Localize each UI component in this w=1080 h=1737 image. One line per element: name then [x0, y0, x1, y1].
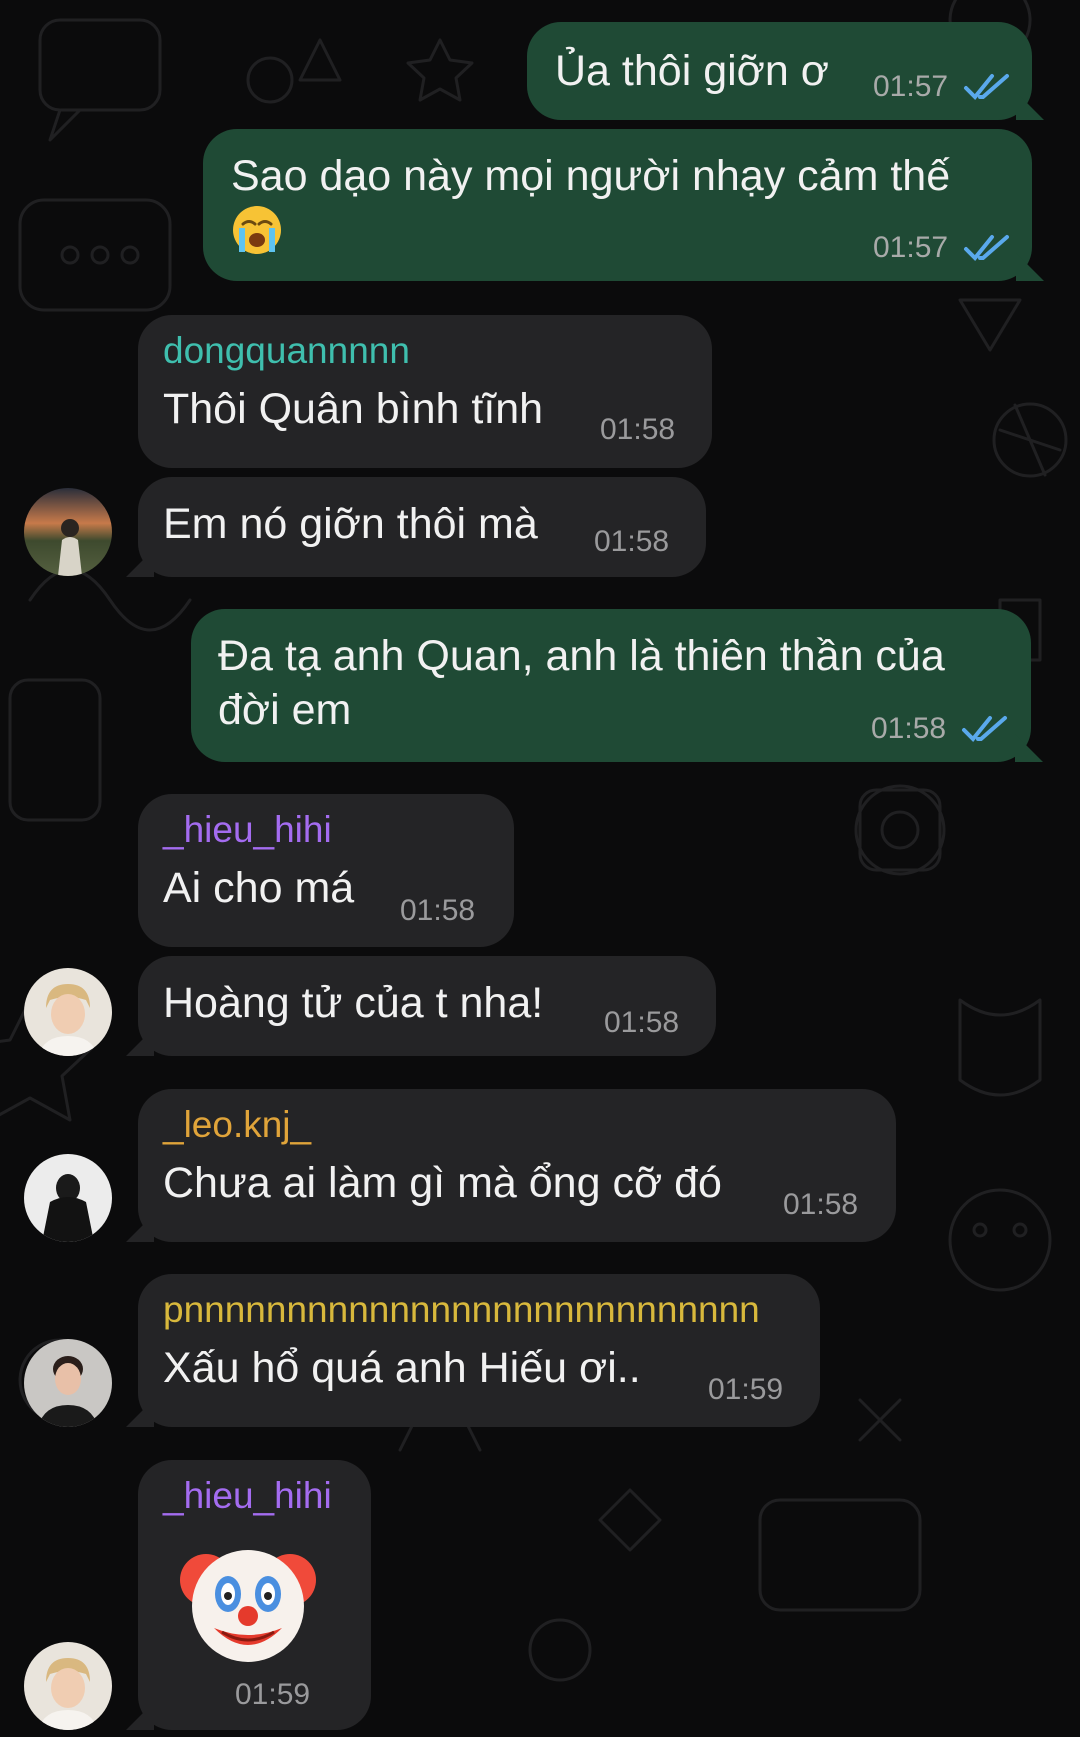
message-time: 01:58	[594, 525, 670, 558]
message-text: Xấu hổ quá anh Hiếu ơi..	[163, 1344, 641, 1392]
incoming-message[interactable]: Em nó giỡn thôi mà 01:58	[126, 477, 706, 577]
message-text: Hoàng tử của t nha!	[163, 979, 544, 1027]
message-text-line-2: đời em	[218, 686, 352, 734]
person-silhouette-icon	[58, 519, 82, 576]
message-time: 01:58	[783, 1188, 859, 1221]
message-time: 01:58	[400, 894, 476, 927]
outgoing-message[interactable]: Sao dạo này mọi người nhạy cảm thế 01:57	[203, 129, 1044, 281]
person-portrait-icon	[38, 1356, 98, 1427]
loudly-crying-face-icon	[233, 206, 281, 254]
sender-name[interactable]: _hieu_hihi	[163, 808, 332, 852]
message-text: Chưa ai làm gì mà ổng cỡ đó	[163, 1159, 722, 1207]
sender-name[interactable]: pnnnnnnnnnnnnnnnnnnnnnnnnnnnn	[163, 1288, 760, 1332]
bubble-tail	[126, 1702, 154, 1730]
message-text-line-1: Đa tạ anh Quan, anh là thiên thần của	[218, 632, 945, 680]
message-text: Ủa thôi giỡn ơ	[555, 47, 829, 95]
message-time: 01:59	[235, 1678, 311, 1711]
incoming-message[interactable]: _leo.knj_ Chưa ai làm gì mà ổng cỡ đó 01…	[126, 1089, 896, 1242]
incoming-message[interactable]: dongquannnnn Thôi Quân bình tĩnh 01:58	[138, 315, 712, 468]
outgoing-message[interactable]: Ủa thôi giỡn ơ 01:57	[527, 22, 1044, 120]
message-text: Sao dạo này mọi người nhạy cảm thế	[231, 152, 951, 200]
outgoing-message[interactable]: Đa tạ anh Quan, anh là thiên thần của đờ…	[191, 609, 1043, 762]
bubble-tail	[1016, 92, 1044, 120]
incoming-message[interactable]: pnnnnnnnnnnnnnnnnnnnnnnnnnnnn Xấu hổ quá…	[126, 1274, 820, 1427]
user-avatar-dongquan[interactable]	[24, 488, 112, 576]
message-text: Ai cho má	[163, 864, 355, 912]
message-text: Thôi Quân bình tĩnh	[163, 385, 544, 433]
read-double-check-icon	[964, 235, 1009, 261]
bubble-tail	[126, 1028, 154, 1056]
message-time: 01:59	[708, 1373, 784, 1406]
read-double-check-icon	[964, 74, 1009, 100]
bubble-tail	[1015, 734, 1043, 762]
sender-name[interactable]: dongquannnnn	[163, 329, 410, 373]
message-time: 01:58	[604, 1006, 680, 1039]
incoming-message[interactable]: Hoàng tử của t nha! 01:58	[126, 956, 716, 1056]
incoming-message[interactable]: _hieu_hihi Ai cho má 01:58	[138, 794, 514, 947]
person-face-icon	[38, 984, 98, 1056]
user-avatar-pn[interactable]	[24, 1339, 112, 1427]
user-avatar-hieu[interactable]	[24, 968, 112, 1056]
person-dark-outfit-icon	[42, 1174, 94, 1242]
bubble-tail	[126, 1399, 154, 1427]
message-time: 01:58	[600, 413, 676, 446]
message-text: Em nó giỡn thôi mà	[163, 500, 538, 548]
message-time: 01:58	[871, 712, 947, 745]
sender-name[interactable]: _leo.knj_	[163, 1103, 311, 1147]
clown-face-icon	[180, 1550, 316, 1662]
message-time: 01:57	[873, 70, 949, 103]
message-time: 01:57	[873, 231, 949, 264]
sender-name[interactable]: _hieu_hihi	[163, 1474, 332, 1518]
bubble-tail	[126, 549, 154, 577]
person-face-icon	[38, 1658, 98, 1730]
message-list[interactable]: Ủa thôi giỡn ơ 01:57 Sao dạo này mọi ngư…	[0, 0, 1080, 1737]
bubble-tail	[126, 1214, 154, 1242]
bubble-tail	[1016, 253, 1044, 281]
user-avatar-leo[interactable]	[24, 1154, 112, 1242]
user-avatar-hieu[interactable]	[24, 1642, 112, 1730]
read-double-check-icon	[962, 716, 1007, 742]
incoming-message[interactable]: _hieu_hihi 01:59	[126, 1460, 371, 1730]
